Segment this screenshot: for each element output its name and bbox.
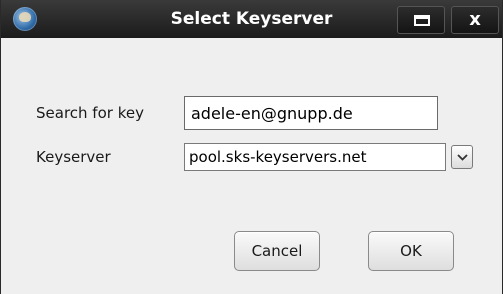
ok-button[interactable]: OK [368,231,454,271]
keyserver-select[interactable]: pool.sks-keyservers.net [184,143,446,171]
maximize-button[interactable] [397,6,445,34]
maximize-icon [414,15,430,26]
title-bar[interactable]: Select Keyserver x [1,0,502,38]
close-button[interactable]: x [451,6,499,34]
search-key-input[interactable] [184,96,438,130]
select-keyserver-dialog: Select Keyserver x Search for key Keyser… [0,0,503,294]
keyserver-label: Keyserver [36,148,111,166]
chevron-down-icon [457,154,468,161]
cancel-button[interactable]: Cancel [234,231,320,271]
keyserver-dropdown-button[interactable] [451,145,473,169]
close-icon: x [469,9,481,30]
search-for-key-label: Search for key [36,104,144,122]
